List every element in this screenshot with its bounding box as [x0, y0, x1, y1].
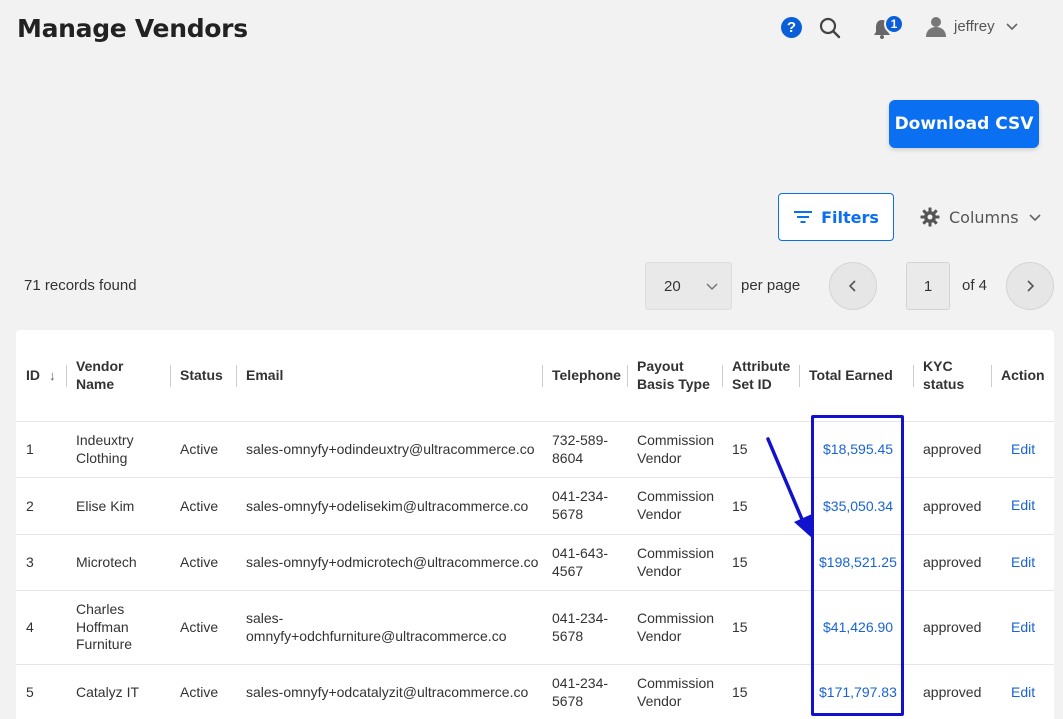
column-header-kyc-status[interactable]: KYC status — [923, 358, 973, 393]
chevron-right-icon — [1027, 280, 1035, 292]
cell-email: sales-omnyfy+odindeuxtry@ultracommerce.c… — [246, 441, 535, 457]
column-header-vendor-name[interactable]: Vendor Name — [76, 358, 146, 393]
cell-payout-basis-type: Commission Vendor — [637, 545, 715, 579]
search-icon[interactable] — [818, 16, 842, 45]
column-header-payout-basis-type[interactable]: Payout Basis Type — [637, 358, 712, 393]
cell-kyc-status: approved — [923, 441, 982, 457]
cell-kyc-status: approved — [923, 554, 982, 570]
edit-link[interactable]: Edit — [1011, 441, 1035, 459]
edit-link[interactable]: Edit — [1011, 619, 1035, 637]
cell-kyc-status: approved — [923, 684, 982, 700]
cell-id: 5 — [26, 684, 34, 700]
filters-button[interactable]: Filters — [778, 193, 894, 241]
notification-badge: 1 — [884, 14, 904, 34]
cell-telephone: 041-643-4567 — [552, 545, 609, 579]
user-icon — [926, 17, 946, 37]
user-name: jeffrey — [954, 17, 995, 35]
per-page-label: per page — [741, 277, 801, 294]
column-header-id[interactable]: ID — [26, 367, 40, 385]
cell-id: 4 — [26, 619, 34, 635]
help-icon[interactable]: ? — [781, 17, 802, 38]
cell-kyc-status: approved — [923, 619, 982, 635]
cell-attribute-set-id: 15 — [732, 619, 748, 635]
chevron-left-icon — [848, 280, 856, 292]
cell-status: Active — [180, 684, 219, 700]
cell-attribute-set-id: 15 — [732, 441, 748, 457]
column-header-action[interactable]: Action — [1001, 367, 1045, 385]
gear-icon — [920, 207, 940, 227]
column-header-email[interactable]: Email — [246, 367, 283, 385]
per-page-value: 20 — [664, 277, 681, 295]
cell-vendor-name: Catalyz IT — [76, 684, 140, 700]
edit-link[interactable]: Edit — [1011, 554, 1035, 572]
columns-label: Columns — [949, 207, 1019, 227]
cell-attribute-set-id: 15 — [732, 684, 748, 700]
page-total: of 4 — [962, 277, 988, 294]
filters-label: Filters — [821, 207, 879, 227]
cell-vendor-name: Indeuxtry Clothing — [76, 432, 134, 466]
edit-link[interactable]: Edit — [1011, 684, 1035, 702]
cell-payout-basis-type: Commission Vendor — [637, 488, 715, 522]
cell-kyc-status: approved — [923, 498, 982, 514]
cell-attribute-set-id: 15 — [732, 498, 748, 514]
cell-status: Active — [180, 619, 219, 635]
cell-payout-basis-type: Commission Vendor — [637, 432, 715, 466]
chevron-down-icon — [706, 283, 718, 291]
page-number-input[interactable]: 1 — [906, 262, 950, 310]
chevron-down-icon — [1029, 214, 1041, 222]
cell-status: Active — [180, 498, 219, 514]
records-count: 71 records found — [24, 277, 137, 294]
cell-status: Active — [180, 441, 219, 457]
cell-vendor-name: Microtech — [76, 554, 137, 570]
cell-id: 3 — [26, 554, 34, 570]
edit-link[interactable]: Edit — [1011, 497, 1035, 515]
cell-vendor-name: Elise Kim — [76, 498, 135, 514]
cell-status: Active — [180, 554, 219, 570]
annotation-arrow — [766, 437, 812, 538]
total-earned-highlight — [811, 415, 904, 716]
cell-email: sales-omnyfy+odelisekim@ultracommerce.co — [246, 498, 529, 514]
cell-telephone: 732-589-8604 — [552, 432, 609, 466]
cell-telephone: 041-234-5678 — [552, 610, 609, 644]
columns-button[interactable]: Columns — [920, 203, 1042, 231]
cell-id: 1 — [26, 441, 34, 457]
cell-email: sales-omnyfy+odcatalyzit@ultracommerce.c… — [246, 684, 529, 700]
sort-down-icon[interactable]: ↓ — [49, 368, 56, 383]
chevron-down-icon — [1006, 23, 1018, 31]
column-header-total-earned[interactable]: Total Earned — [809, 367, 893, 385]
cell-payout-basis-type: Commission Vendor — [637, 610, 715, 644]
column-header-attribute-set-id[interactable]: Attribute Set ID — [732, 358, 798, 393]
cell-email: sales-omnyfy+odchfurniture@ultracommerce… — [246, 610, 507, 644]
notifications-button[interactable]: 1 — [873, 14, 904, 40]
cell-vendor-name: Charles Hoffman Furniture — [76, 601, 133, 652]
cell-id: 2 — [26, 498, 34, 514]
column-header-status[interactable]: Status — [180, 367, 223, 385]
page-title: Manage Vendors — [17, 14, 248, 43]
next-page-button[interactable] — [1006, 262, 1054, 310]
cell-telephone: 041-234-5678 — [552, 488, 609, 522]
cell-telephone: 041-234-5678 — [552, 675, 609, 709]
column-header-telephone[interactable]: Telephone — [552, 367, 621, 385]
download-csv-button[interactable]: Download CSV — [889, 100, 1039, 148]
cell-attribute-set-id: 15 — [732, 554, 748, 570]
cell-email: sales-omnyfy+odmicrotech@ultracommerce.c… — [246, 554, 539, 570]
per-page-select[interactable]: 20 — [645, 262, 732, 310]
previous-page-button[interactable] — [829, 262, 877, 310]
filter-icon — [794, 211, 813, 223]
user-menu[interactable]: jeffrey — [926, 15, 1036, 37]
cell-payout-basis-type: Commission Vendor — [637, 675, 715, 709]
